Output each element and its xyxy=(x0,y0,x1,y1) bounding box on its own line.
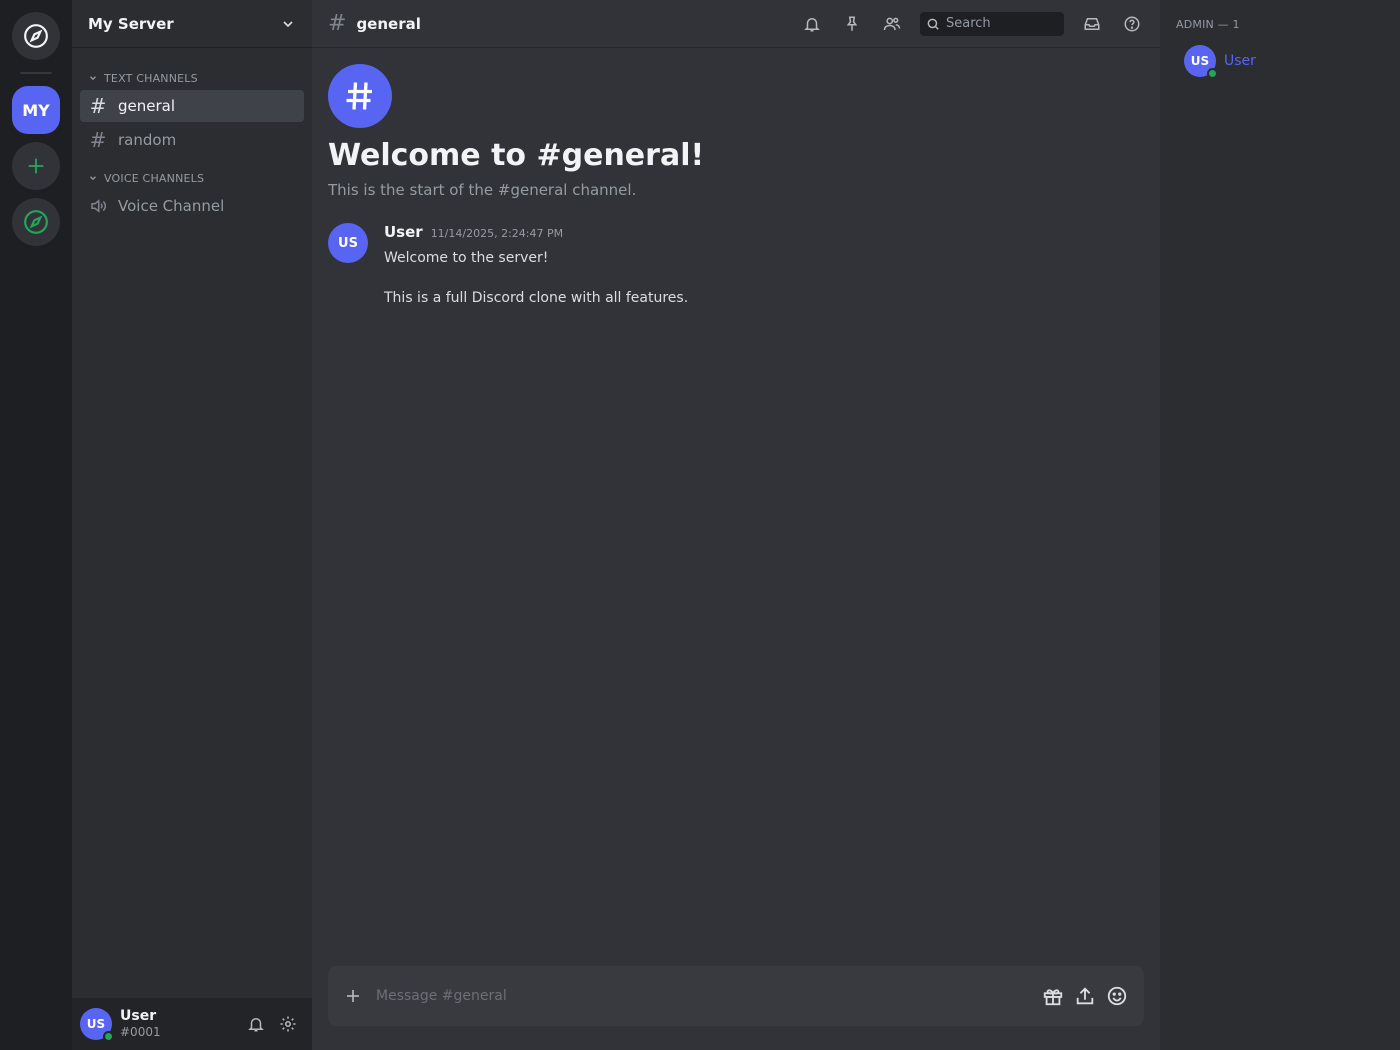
compass-icon xyxy=(24,24,48,48)
help-button[interactable] xyxy=(1120,12,1144,36)
message-composer xyxy=(328,966,1144,1026)
composer-actions xyxy=(1042,985,1128,1007)
hash-icon: # xyxy=(89,94,107,118)
hash-icon xyxy=(346,82,372,110)
online-status-dot xyxy=(103,1031,114,1042)
hash-icon: # xyxy=(89,128,107,152)
user-panel: US User #0001 xyxy=(72,998,312,1050)
channel-label: random xyxy=(118,131,177,149)
gear-icon xyxy=(280,1016,296,1032)
online-status-dot xyxy=(1207,68,1218,79)
channel-title: general xyxy=(356,14,421,33)
user-tag: #0001 xyxy=(120,1025,161,1039)
compass-icon xyxy=(24,210,48,234)
avatar-initials: US xyxy=(86,1017,106,1031)
speaker-icon xyxy=(88,197,108,215)
category-label: Text Channels xyxy=(104,71,198,85)
add-server-button[interactable] xyxy=(12,142,60,190)
topbar-actions xyxy=(800,11,1144,36)
channel-list: Text Channels # general # random Voice C… xyxy=(72,48,312,998)
role-heading: Admin — 1 xyxy=(1176,18,1240,31)
search-input[interactable] xyxy=(946,16,1046,31)
message-author[interactable]: User xyxy=(384,223,423,241)
bell-icon xyxy=(804,17,820,31)
member-item[interactable]: US User xyxy=(1184,45,1384,79)
search-box[interactable] xyxy=(920,11,1064,36)
rail-separator xyxy=(20,72,52,74)
composer-wrap xyxy=(312,966,1160,1050)
message-text: This is a full Discord clone with all fe… xyxy=(384,290,689,306)
app-root: MY My Server Text Channels # xyxy=(0,0,1400,1050)
gift-icon[interactable] xyxy=(1042,985,1064,1007)
notifications-button[interactable] xyxy=(240,1008,272,1040)
message-body: User 11/14/2025, 2:24:47 PM Welcome to t… xyxy=(384,223,688,307)
member-list-button[interactable] xyxy=(880,12,904,36)
channel-topbar: # general xyxy=(312,0,1160,48)
category-label: Voice Channels xyxy=(104,171,205,185)
emoji-icon[interactable] xyxy=(1106,985,1128,1007)
plus-icon[interactable] xyxy=(344,987,362,1005)
notification-settings-button[interactable] xyxy=(800,12,824,36)
explore-servers-button[interactable] xyxy=(12,198,60,246)
chevron-down-icon xyxy=(90,76,96,81)
welcome-subtitle: This is the start of the #general channe… xyxy=(328,181,637,199)
settings-button[interactable] xyxy=(272,1008,304,1040)
discover-button[interactable] xyxy=(12,12,60,60)
message-header: User 11/14/2025, 2:24:47 PM xyxy=(384,223,688,241)
avatar-initials: US xyxy=(1190,54,1210,68)
pin-icon xyxy=(846,16,858,31)
avatar-initials: US xyxy=(338,235,358,251)
category-text-channels[interactable]: Text Channels xyxy=(80,56,304,88)
channel-sidebar: My Server Text Channels # general # rand… xyxy=(72,0,312,1050)
upload-icon[interactable] xyxy=(1074,985,1096,1007)
search-icon xyxy=(927,18,939,30)
plus-icon xyxy=(28,158,44,174)
welcome-title: Welcome to #general! xyxy=(328,138,705,173)
help-icon xyxy=(1124,16,1140,31)
hash-icon: # xyxy=(328,11,347,36)
message-text: Welcome to the server! xyxy=(384,250,549,266)
chevron-down-icon xyxy=(90,176,96,181)
message-input[interactable] xyxy=(376,988,1042,1004)
avatar[interactable]: US xyxy=(80,1008,114,1042)
inbox-button[interactable] xyxy=(1080,12,1104,36)
pinned-messages-button[interactable] xyxy=(840,12,864,36)
message-list: Welcome to #general! This is the start o… xyxy=(312,48,1160,966)
member-name: User xyxy=(1224,53,1256,69)
channel-label: Voice Channel xyxy=(118,197,225,215)
category-voice-channels[interactable]: Voice Channels xyxy=(80,156,304,188)
server-rail: MY xyxy=(0,0,72,1050)
channel-label: general xyxy=(118,97,176,115)
server-header[interactable]: My Server xyxy=(72,0,312,48)
users-icon xyxy=(883,17,901,30)
user-info[interactable]: User #0001 xyxy=(120,1008,240,1040)
message-timestamp: 11/14/2025, 2:24:47 PM xyxy=(430,227,564,240)
inbox-icon xyxy=(1084,17,1100,30)
bell-icon xyxy=(248,1018,264,1032)
channel-voice[interactable]: Voice Channel xyxy=(80,190,304,222)
user-name: User xyxy=(120,1008,157,1024)
avatar: US xyxy=(1184,45,1218,79)
channel-hash-badge xyxy=(328,64,392,128)
member-sidebar: Admin — 1 US User xyxy=(1160,0,1400,1050)
chat-area: # general Search Welcome to #general! Th… xyxy=(312,0,1160,1050)
chevron-down-icon xyxy=(283,20,293,27)
channel-random[interactable]: # random xyxy=(80,124,304,156)
message: US User 11/14/2025, 2:24:47 PM Welcome t… xyxy=(328,223,1144,307)
avatar[interactable]: US xyxy=(328,223,368,263)
server-icon-my-server[interactable]: MY xyxy=(12,86,60,134)
channel-general[interactable]: # general xyxy=(80,90,304,122)
server-name: My Server xyxy=(88,14,174,33)
